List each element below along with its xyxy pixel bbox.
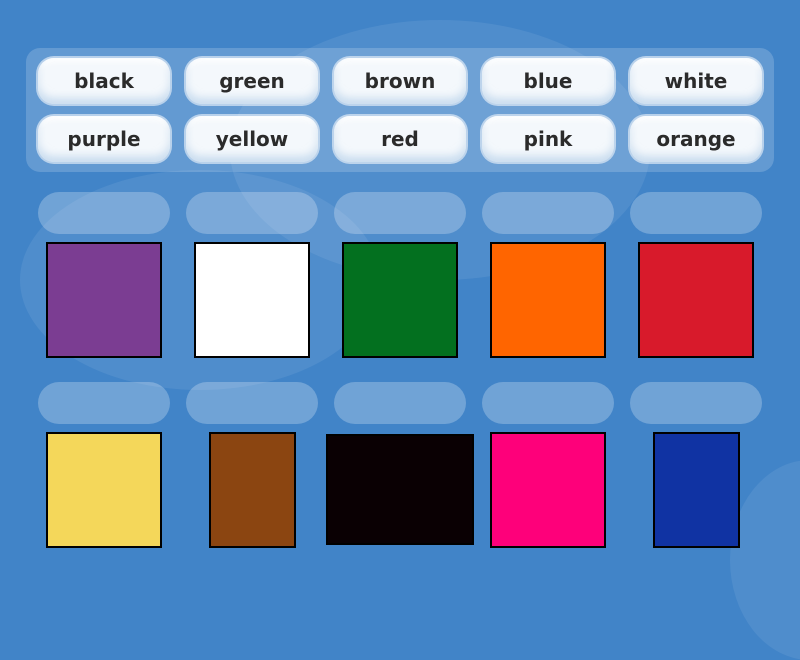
color-swatch-purple <box>46 242 162 358</box>
drop-slot[interactable] <box>38 382 170 424</box>
drop-slot[interactable] <box>186 382 318 424</box>
word-card-purple[interactable]: purple <box>38 116 170 162</box>
word-card-black[interactable]: black <box>38 58 170 104</box>
color-swatch-white <box>194 242 310 358</box>
word-card-yellow[interactable]: yellow <box>186 116 318 162</box>
word-card-orange[interactable]: orange <box>630 116 762 162</box>
word-card-pink[interactable]: pink <box>482 116 614 162</box>
drop-slot[interactable] <box>630 192 762 234</box>
drop-slot[interactable] <box>482 382 614 424</box>
drop-slot[interactable] <box>482 192 614 234</box>
word-card-green[interactable]: green <box>186 58 318 104</box>
color-swatch-pink <box>490 432 606 548</box>
drop-slot[interactable] <box>630 382 762 424</box>
color-swatch-red <box>638 242 754 358</box>
drop-slot[interactable] <box>186 192 318 234</box>
color-swatch-orange <box>490 242 606 358</box>
word-card-brown[interactable]: brown <box>334 58 466 104</box>
word-card-white[interactable]: white <box>630 58 762 104</box>
drop-slot[interactable] <box>334 192 466 234</box>
background-cloud <box>730 460 800 660</box>
word-card-red[interactable]: red <box>334 116 466 162</box>
word-card-blue[interactable]: blue <box>482 58 614 104</box>
color-swatch-brown <box>209 432 296 548</box>
color-swatch-green <box>342 242 458 358</box>
drop-slot[interactable] <box>334 382 466 424</box>
color-swatch-yellow <box>46 432 162 548</box>
color-swatch-black <box>326 434 474 545</box>
drop-slot[interactable] <box>38 192 170 234</box>
color-swatch-blue <box>653 432 740 548</box>
